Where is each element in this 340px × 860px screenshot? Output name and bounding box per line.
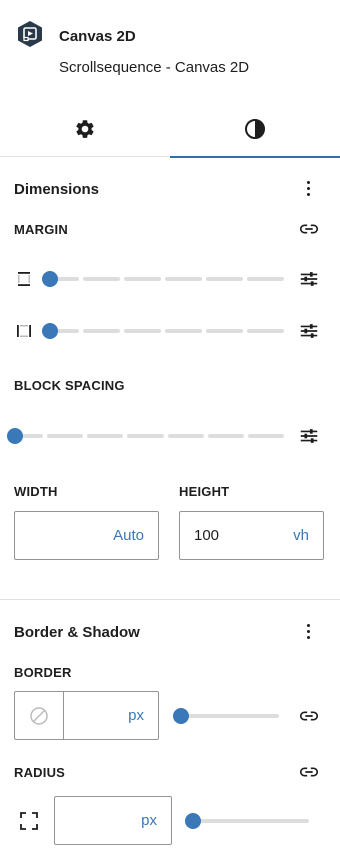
gear-icon: [74, 118, 96, 140]
panel-divider: [0, 599, 340, 600]
unlink-border-button[interactable]: [297, 704, 321, 728]
margin-horizontal-icon: [12, 319, 36, 343]
width-input[interactable]: Auto: [14, 511, 159, 560]
block-title: Canvas 2D: [59, 28, 136, 45]
height-input[interactable]: 100 vh: [179, 511, 324, 560]
margin-vertical-thumb[interactable]: [42, 271, 58, 287]
sliders-icon: [298, 425, 320, 447]
radius-corners-icon: [17, 809, 41, 833]
border-shadow-options-button[interactable]: [300, 619, 316, 643]
radius-label: RADIUS: [14, 765, 66, 780]
margin-vertical-custom-button[interactable]: [297, 267, 321, 291]
radius-thumb[interactable]: [185, 813, 201, 829]
inspector-tabs: [0, 100, 340, 158]
link-icon: [298, 761, 320, 783]
margin-horizontal-thumb[interactable]: [42, 323, 58, 339]
margin-vertical-icon: [12, 267, 36, 291]
height-unit-select[interactable]: vh: [293, 527, 309, 544]
width-label: WIDTH: [14, 484, 58, 499]
dimensions-panel-title: Dimensions: [14, 181, 100, 198]
border-width-thumb[interactable]: [173, 708, 189, 724]
radius-unit-select[interactable]: px: [141, 812, 157, 829]
link-sides-button[interactable]: [297, 217, 321, 241]
block-spacing-label: BLOCK SPACING: [14, 378, 125, 393]
tab-styles[interactable]: [170, 100, 340, 158]
border-width-slider[interactable]: [173, 706, 279, 726]
height-label: HEIGHT: [179, 484, 230, 499]
radius-slider[interactable]: [185, 811, 309, 831]
link-icon: [298, 705, 320, 727]
radius-input[interactable]: px: [54, 796, 172, 845]
block-spacing-custom-button[interactable]: [297, 424, 321, 448]
width-unit-select[interactable]: Auto: [113, 527, 144, 544]
tab-settings[interactable]: [0, 100, 170, 157]
block-spacing-thumb[interactable]: [7, 428, 23, 444]
sliders-icon: [298, 268, 320, 290]
height-value: 100: [194, 527, 220, 544]
border-unit-select[interactable]: px: [128, 707, 144, 724]
dimensions-options-button[interactable]: [300, 176, 316, 200]
block-description: Scrollsequence - Canvas 2D: [59, 59, 250, 76]
block-card: Canvas 2D Scrollsequence - Canvas 2D: [0, 0, 340, 96]
half-circle-contrast-icon: [244, 118, 266, 140]
block-spacing-slider[interactable]: [7, 426, 284, 446]
margin-horizontal-custom-button[interactable]: [297, 319, 321, 343]
sliders-icon: [298, 320, 320, 342]
no-border-icon: [28, 705, 50, 727]
margin-label: MARGIN: [14, 222, 68, 237]
border-shadow-panel-title: Border & Shadow: [14, 624, 140, 641]
border-label: BORDER: [14, 665, 72, 680]
border-style-button[interactable]: [15, 692, 64, 739]
canvas-block-icon: [16, 20, 44, 48]
link-radius-button[interactable]: [297, 760, 321, 784]
margin-vertical-slider[interactable]: [42, 269, 284, 289]
link-icon: [298, 218, 320, 240]
margin-horizontal-slider[interactable]: [42, 321, 284, 341]
border-width-input[interactable]: px: [14, 691, 159, 740]
